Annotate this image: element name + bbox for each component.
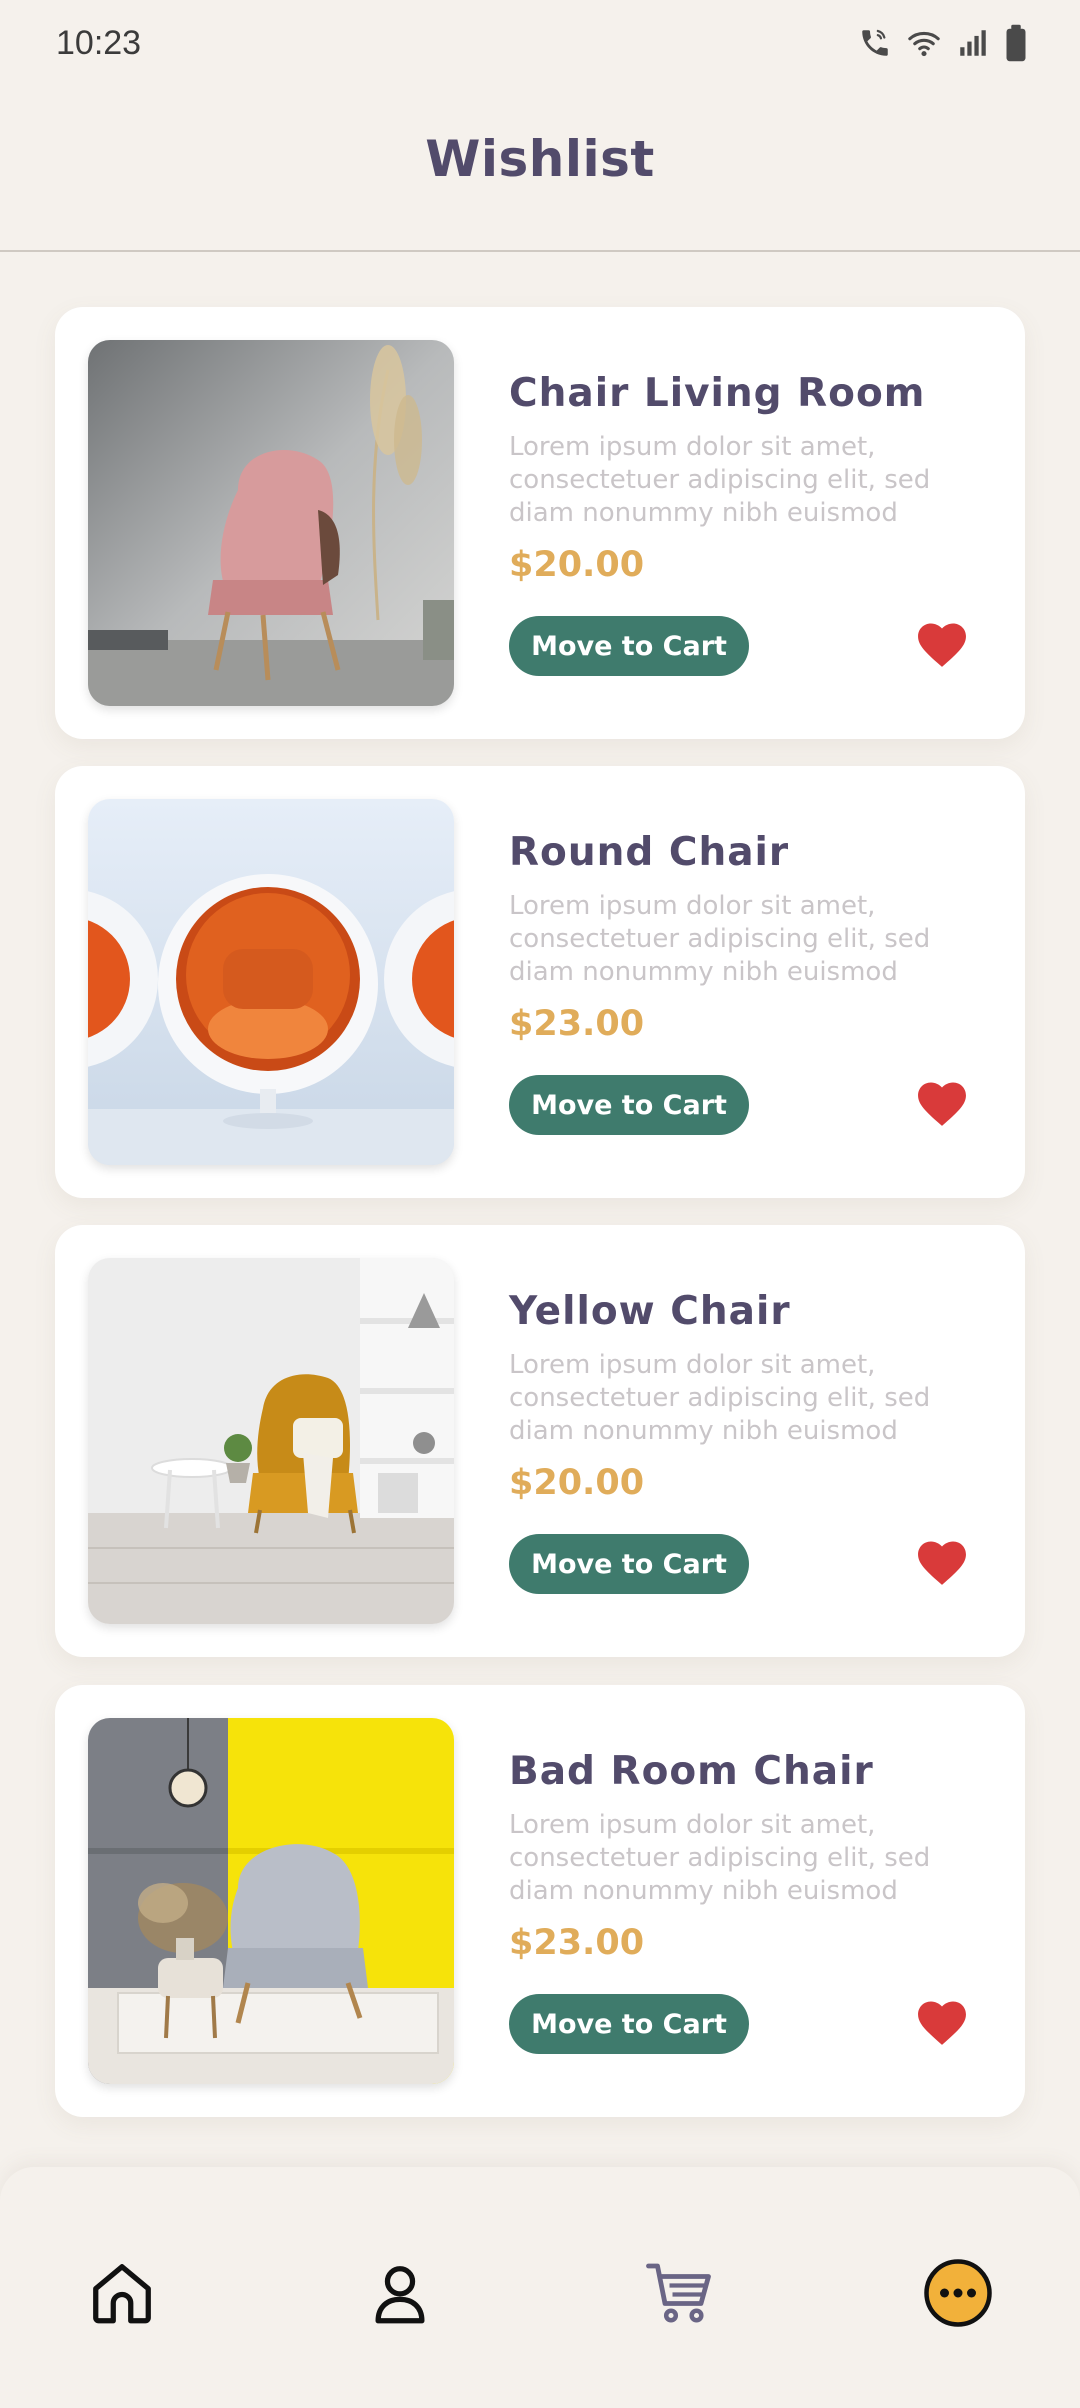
product-title: Yellow Chair <box>509 1289 791 1334</box>
wishlist-screen: 10:23 Wishlist Chair Living Room Lorem i… <box>0 0 1080 2408</box>
status-icons <box>858 24 1028 62</box>
page-title: Wishlist <box>425 130 655 188</box>
product-title: Round Chair <box>509 830 790 875</box>
nav-home[interactable] <box>82 2255 162 2335</box>
product-image[interactable] <box>88 1258 454 1624</box>
move-to-cart-button[interactable]: Move to Cart <box>509 1075 749 1135</box>
wifi-icon <box>906 26 942 60</box>
product-price: $23.00 <box>509 1923 645 1963</box>
status-bar: 10:23 <box>0 0 1080 90</box>
product-price: $20.00 <box>509 545 645 585</box>
wishlist-item[interactable]: Bad Room Chair Lorem ipsum dolor sit ame… <box>55 1685 1025 2117</box>
wishlist-item[interactable]: Round Chair Lorem ipsum dolor sit amet, … <box>55 766 1025 1198</box>
product-description: Lorem ipsum dolor sit amet, consectetuer… <box>509 432 931 528</box>
nav-profile[interactable] <box>360 2255 440 2335</box>
signal-icon <box>956 26 990 60</box>
product-description: Lorem ipsum dolor sit amet, consectetuer… <box>509 891 931 987</box>
favorite-heart-icon[interactable] <box>915 620 969 670</box>
product-description: Lorem ipsum dolor sit amet, consectetuer… <box>509 1350 931 1446</box>
profile-icon <box>365 2258 435 2332</box>
status-time: 10:23 <box>56 24 142 62</box>
nav-more[interactable] <box>918 2255 998 2335</box>
product-price: $23.00 <box>509 1004 645 1044</box>
product-title: Bad Room Chair <box>509 1749 874 1794</box>
more-icon <box>922 2257 994 2333</box>
product-image[interactable] <box>88 799 454 1165</box>
product-image[interactable] <box>88 1718 454 2084</box>
wishlist-item[interactable]: Yellow Chair Lorem ipsum dolor sit amet,… <box>55 1225 1025 1657</box>
product-title: Chair Living Room <box>509 371 926 416</box>
nav-cart[interactable] <box>640 2255 720 2335</box>
wishlist-item[interactable]: Chair Living Room Lorem ipsum dolor sit … <box>55 307 1025 739</box>
battery-icon <box>1004 24 1028 62</box>
wifi-calling-icon <box>858 26 892 60</box>
product-image[interactable] <box>88 340 454 706</box>
favorite-heart-icon[interactable] <box>915 1998 969 2048</box>
move-to-cart-button[interactable]: Move to Cart <box>509 1994 749 2054</box>
move-to-cart-button[interactable]: Move to Cart <box>509 616 749 676</box>
cart-icon <box>644 2257 716 2333</box>
home-icon <box>87 2258 157 2332</box>
product-price: $20.00 <box>509 1463 645 1503</box>
move-to-cart-button[interactable]: Move to Cart <box>509 1534 749 1594</box>
header: Wishlist <box>0 90 1080 252</box>
favorite-heart-icon[interactable] <box>915 1538 969 1588</box>
favorite-heart-icon[interactable] <box>915 1079 969 1129</box>
bottom-navigation <box>0 2167 1080 2408</box>
product-description: Lorem ipsum dolor sit amet, consectetuer… <box>509 1810 931 1906</box>
